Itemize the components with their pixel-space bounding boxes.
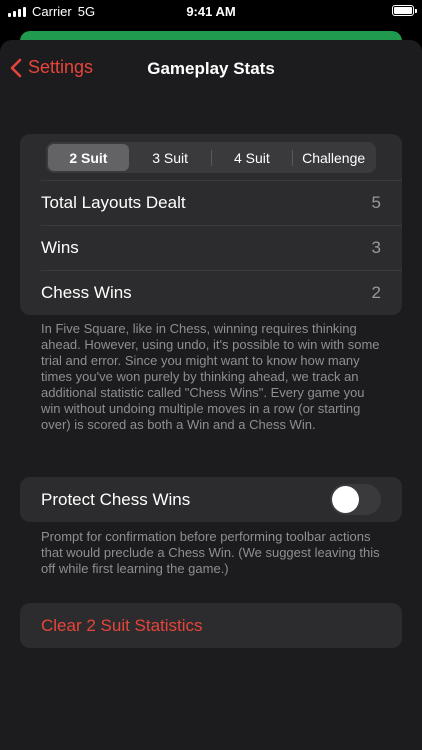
stat-value: 3 [371,237,381,257]
page-title: Gameplay Stats [147,59,275,78]
stat-label: Wins [41,237,79,257]
stat-value: 2 [371,282,381,302]
stat-value: 5 [371,192,381,212]
segmented-control-row: 2 Suit 3 Suit 4 Suit Challenge [20,134,402,180]
segment-challenge[interactable]: Challenge [293,144,374,171]
stat-label: Total Layouts Dealt [41,192,186,212]
toggle-knob [332,486,359,513]
stats-group: 2 Suit 3 Suit 4 Suit Challenge Total Lay… [20,134,402,315]
navigation-bar: Settings Gameplay Stats [0,40,422,100]
stat-label: Chess Wins [41,282,132,302]
protect-footer-text: Prompt for confirmation before performin… [41,529,380,576]
stats-footer-text: In Five Square, like in Chess, winning r… [41,321,380,432]
segment-3-suit[interactable]: 3 Suit [130,144,211,171]
battery-icon [392,5,417,16]
segment-2-suit[interactable]: 2 Suit [48,144,129,171]
stat-row-wins: Wins 3 [20,225,402,270]
protect-chess-wins-row: Protect Chess Wins [20,477,402,522]
suit-segmented-control: 2 Suit 3 Suit 4 Suit Challenge [46,142,376,173]
stat-row-chess-wins: Chess Wins 2 [20,270,402,315]
clear-group: Clear 2 Suit Statistics [20,603,402,648]
clear-statistics-button[interactable]: Clear 2 Suit Statistics [20,603,402,648]
protect-chess-wins-toggle[interactable] [330,484,381,515]
stat-row-total-layouts: Total Layouts Dealt 5 [20,180,402,225]
protect-group: Protect Chess Wins [20,477,402,522]
status-bar: Carrier 5G 9:41 AM [0,0,422,24]
segment-4-suit[interactable]: 4 Suit [212,144,293,171]
status-time: 9:41 AM [186,4,236,19]
protect-chess-wins-label: Protect Chess Wins [41,489,191,509]
